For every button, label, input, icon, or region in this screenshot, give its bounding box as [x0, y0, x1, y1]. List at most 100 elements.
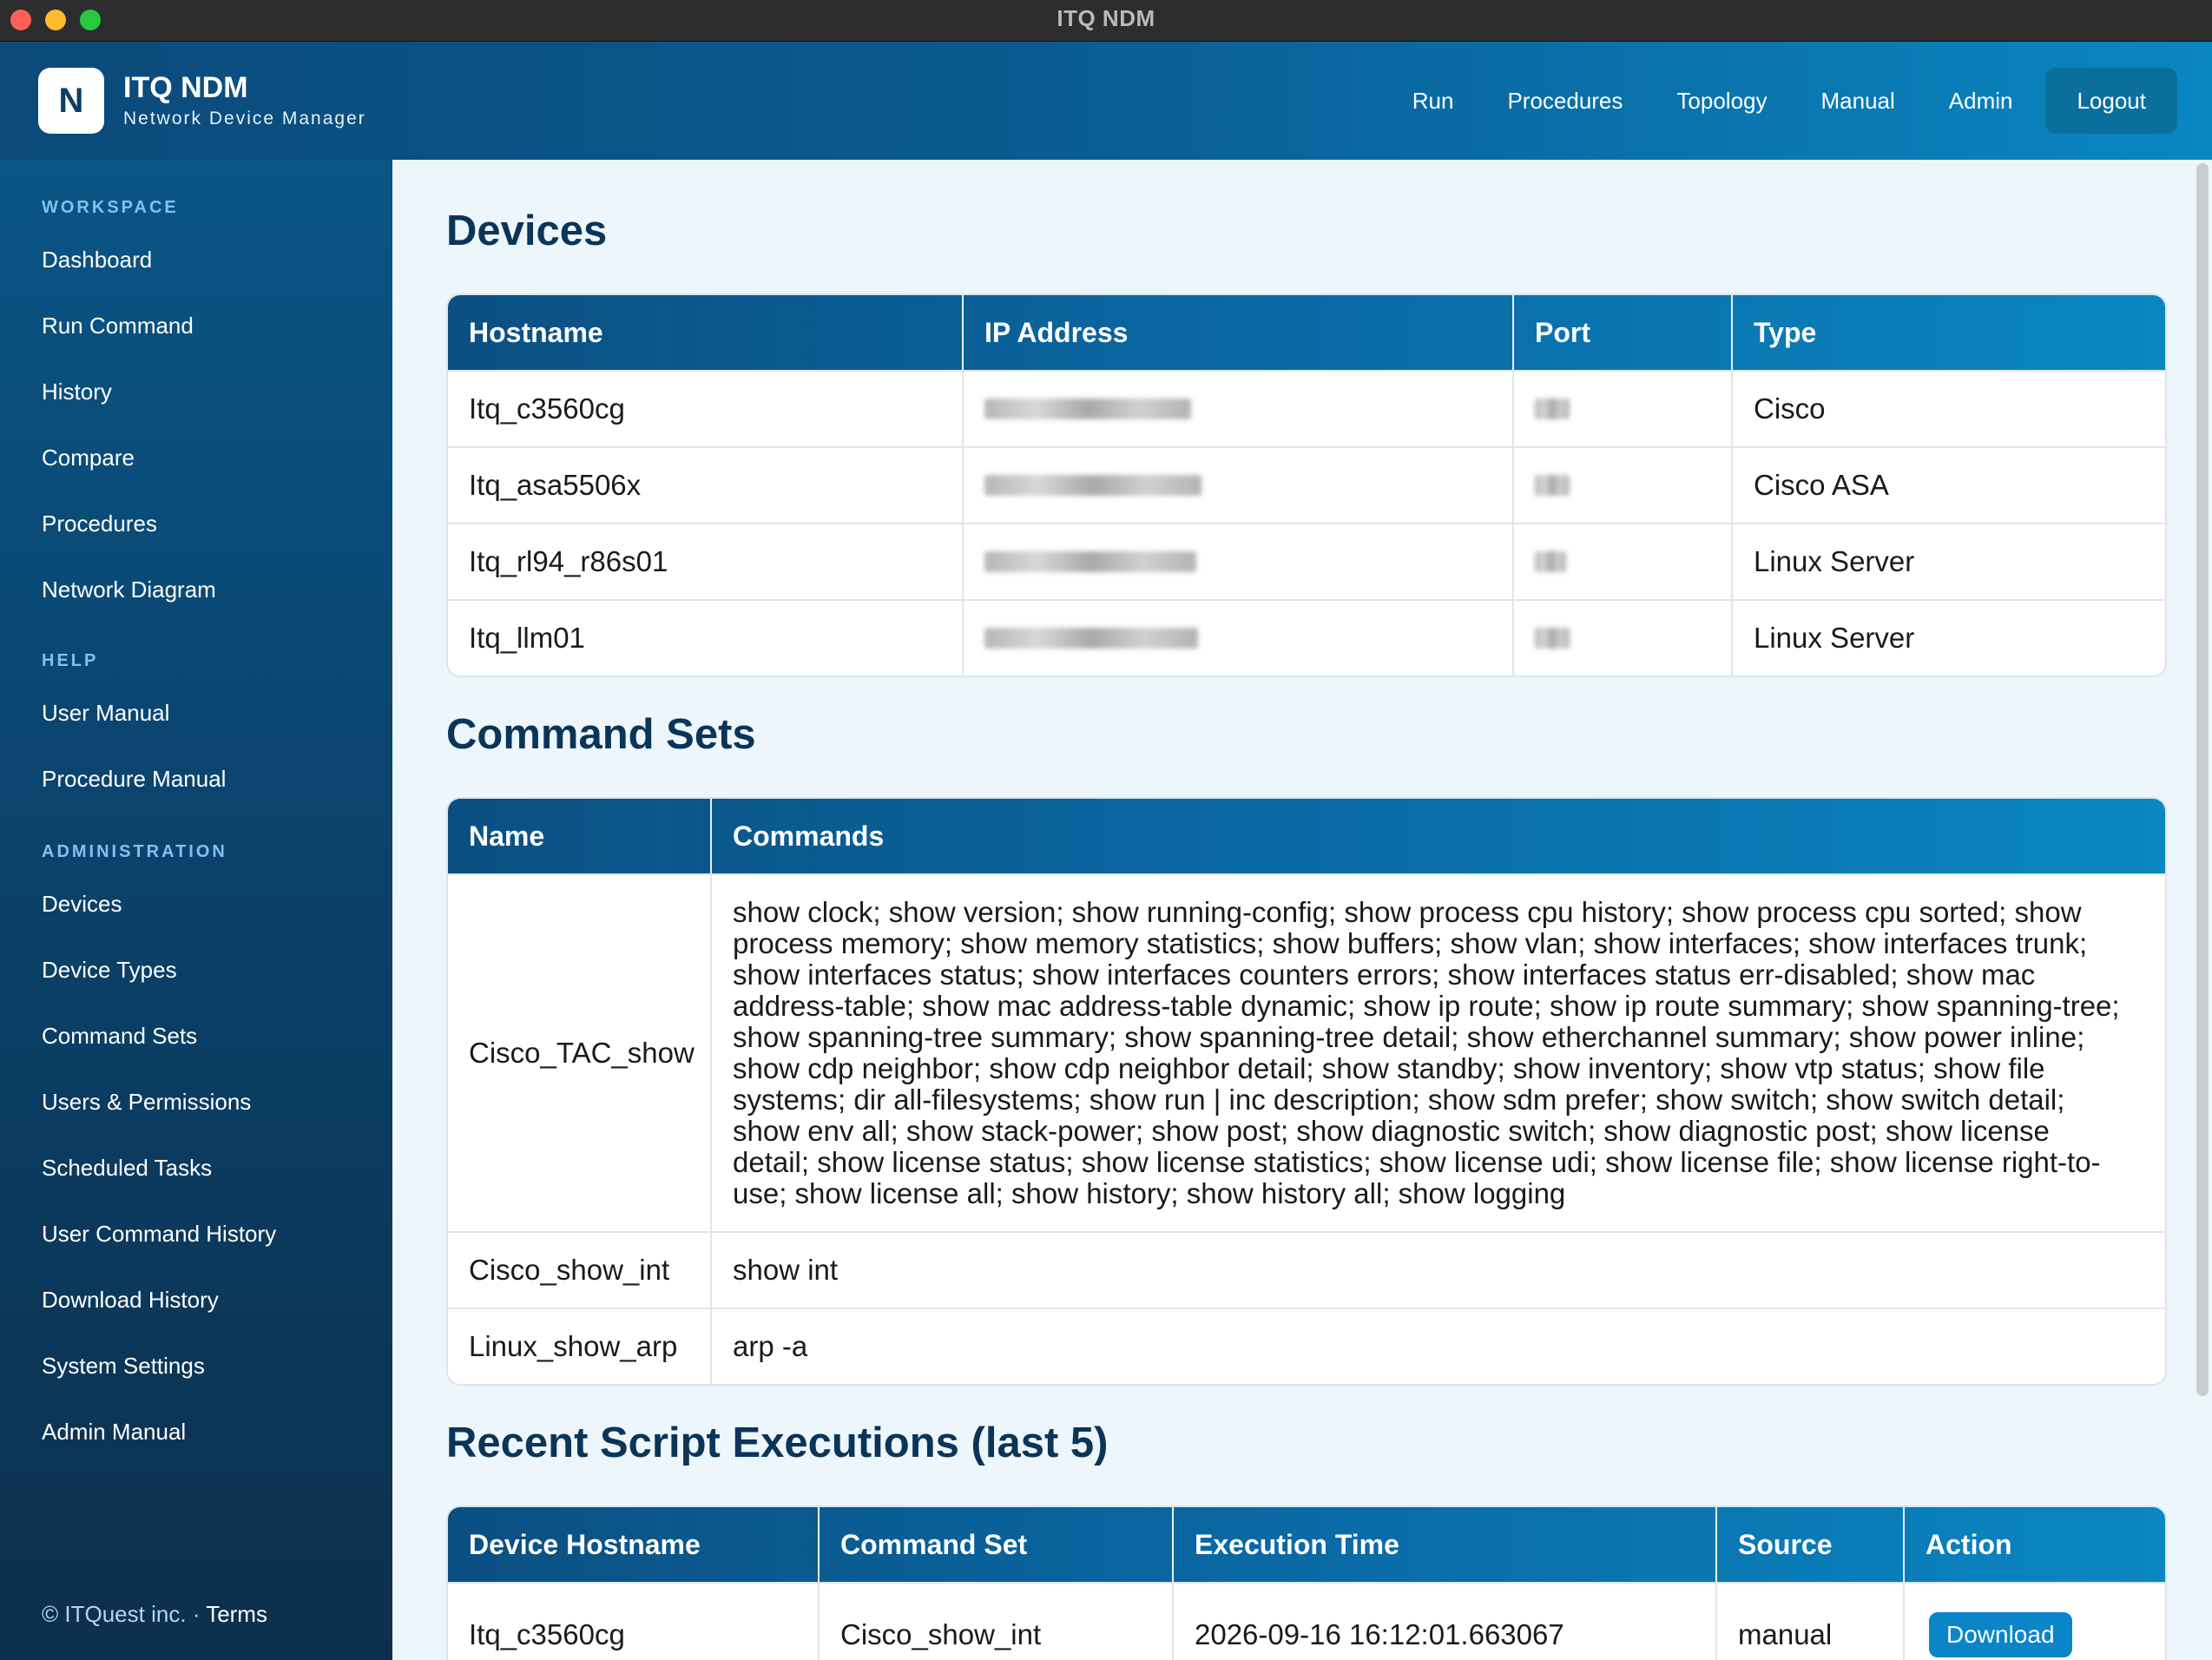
execution-time: 2026-09-16 16:12:01.663067	[1174, 1584, 1717, 1660]
nav-run[interactable]: Run	[1412, 88, 1454, 115]
devices-table: Hostname IP Address Port Type Itq_c3560c…	[446, 293, 2167, 677]
command-set-commands: show clock; show version; show running-c…	[733, 896, 2120, 1209]
column-header-source[interactable]: Source	[1717, 1507, 1905, 1582]
copyright-text: © ITQuest inc. ·	[42, 1601, 207, 1627]
executions-table: Device Hostname Command Set Execution Ti…	[446, 1505, 2167, 1660]
column-header-port[interactable]: Port	[1514, 295, 1733, 370]
device-type: Cisco	[1754, 392, 1826, 425]
command-sets-table: Name Commands Cisco_TAC_show show clock;…	[446, 797, 2167, 1386]
execution-action-cell: Download	[1905, 1584, 2165, 1660]
brand-title: ITQ NDM	[123, 71, 248, 104]
table-row[interactable]: Cisco_TAC_show show clock; show version;…	[448, 873, 2165, 1231]
device-type: Linux Server	[1754, 622, 1915, 654]
device-type: Linux Server	[1754, 545, 1915, 577]
nav-admin[interactable]: Admin	[1949, 88, 2013, 115]
sidebar-item-devices[interactable]: Devices	[42, 891, 122, 918]
table-row[interactable]: Itq_llm01 Linux Server	[448, 599, 2165, 675]
sidebar-item-procedures[interactable]: Procedures	[42, 511, 157, 537]
main-content: Devices Hostname IP Address Port Type It…	[392, 160, 2212, 1660]
redacted-ip	[984, 475, 1201, 496]
table-row[interactable]: Itq_c3560cg Cisco_show_int 2026-09-16 16…	[448, 1582, 2165, 1660]
command-set-commands: show int	[733, 1254, 839, 1286]
download-button[interactable]: Download	[1929, 1612, 2072, 1657]
column-header-type[interactable]: Type	[1733, 295, 2165, 370]
executions-title: Recent Script Executions (last 5)	[446, 1420, 1109, 1466]
app-header: N ITQ NDM Network Device Manager Run Pro…	[0, 42, 2212, 160]
device-hostname: Itq_llm01	[448, 601, 964, 675]
devices-title: Devices	[446, 208, 608, 254]
app-logo[interactable]: N	[38, 68, 104, 134]
redacted-ip	[984, 551, 1196, 572]
device-ip-address	[964, 372, 1514, 446]
nav-topology[interactable]: Topology	[1676, 88, 1767, 115]
sidebar-item-users-permissions[interactable]: Users & Permissions	[42, 1089, 251, 1116]
sidebar-section-help: HELP	[42, 651, 99, 670]
sidebar-item-user-manual[interactable]: User Manual	[42, 700, 169, 727]
column-header-commands[interactable]: Commands	[712, 799, 2165, 873]
device-ip-address	[964, 601, 1514, 675]
device-hostname: Itq_asa5506x	[448, 448, 964, 523]
redacted-ip	[984, 628, 1198, 649]
execution-source: manual	[1717, 1584, 1905, 1660]
execution-command-set: Cisco_show_int	[820, 1584, 1174, 1660]
redacted-port	[1535, 475, 1570, 496]
redacted-port	[1535, 399, 1570, 419]
sidebar: WORKSPACE Dashboard Run Command History …	[0, 160, 392, 1660]
command-sets-title: Command Sets	[446, 711, 756, 758]
command-sets-table-header: Name Commands	[448, 799, 2165, 873]
device-hostname: Itq_rl94_r86s01	[448, 524, 964, 599]
table-row[interactable]: Linux_show_arp arp -a	[448, 1308, 2165, 1384]
table-row[interactable]: Itq_asa5506x Cisco ASA	[448, 446, 2165, 523]
brand-subtitle: Network Device Manager	[123, 109, 366, 128]
device-type: Cisco ASA	[1754, 469, 1889, 501]
top-nav: Run Procedures Topology Manual Admin Log…	[1359, 68, 2177, 134]
table-row[interactable]: Cisco_show_int show int	[448, 1231, 2165, 1308]
sidebar-item-admin-manual[interactable]: Admin Manual	[42, 1419, 186, 1446]
nav-manual[interactable]: Manual	[1820, 88, 1894, 115]
column-header-name[interactable]: Name	[448, 799, 712, 873]
sidebar-item-command-sets[interactable]: Command Sets	[42, 1023, 197, 1050]
device-hostname: Itq_c3560cg	[448, 372, 964, 446]
executions-table-header: Device Hostname Command Set Execution Ti…	[448, 1507, 2165, 1582]
sidebar-section-workspace: WORKSPACE	[42, 198, 179, 217]
sidebar-item-history[interactable]: History	[42, 379, 112, 405]
logout-button[interactable]: Logout	[2045, 68, 2177, 134]
sidebar-item-run-command[interactable]: Run Command	[42, 313, 194, 339]
window-title: ITQ NDM	[1057, 5, 1155, 31]
main-scrollbar[interactable]	[2196, 163, 2209, 1396]
table-row[interactable]: Itq_c3560cg Cisco	[448, 370, 2165, 446]
devices-table-header: Hostname IP Address Port Type	[448, 295, 2165, 370]
sidebar-item-dashboard[interactable]: Dashboard	[42, 247, 152, 273]
column-header-ip-address[interactable]: IP Address	[964, 295, 1514, 370]
sidebar-item-user-command-history[interactable]: User Command History	[42, 1221, 276, 1248]
table-row[interactable]: Itq_rl94_r86s01 Linux Server	[448, 523, 2165, 599]
command-set-name: Cisco_TAC_show	[448, 875, 712, 1231]
column-header-device-hostname[interactable]: Device Hostname	[448, 1507, 820, 1582]
nav-procedures[interactable]: Procedures	[1507, 88, 1623, 115]
sidebar-item-system-settings[interactable]: System Settings	[42, 1353, 205, 1380]
device-port	[1514, 448, 1733, 523]
sidebar-item-scheduled-tasks[interactable]: Scheduled Tasks	[42, 1155, 212, 1182]
sidebar-item-network-diagram[interactable]: Network Diagram	[42, 576, 216, 603]
column-header-command-set[interactable]: Command Set	[820, 1507, 1174, 1582]
window-titlebar: ITQ NDM	[0, 0, 2212, 42]
redacted-port	[1535, 551, 1566, 572]
redacted-port	[1535, 628, 1570, 649]
sidebar-item-download-history[interactable]: Download History	[42, 1287, 219, 1314]
sidebar-item-compare[interactable]: Compare	[42, 445, 135, 471]
device-ip-address	[964, 524, 1514, 599]
redacted-ip	[984, 399, 1191, 419]
sidebar-item-procedure-manual[interactable]: Procedure Manual	[42, 766, 226, 793]
device-port	[1514, 601, 1733, 675]
column-header-execution-time[interactable]: Execution Time	[1174, 1507, 1717, 1582]
column-header-action[interactable]: Action	[1905, 1507, 2165, 1582]
sidebar-section-administration: ADMINISTRATION	[42, 842, 227, 861]
device-ip-address	[964, 448, 1514, 523]
command-set-commands: arp -a	[733, 1330, 808, 1362]
sidebar-footer: © ITQuest inc. · Terms	[42, 1601, 267, 1628]
sidebar-item-device-types[interactable]: Device Types	[42, 957, 177, 984]
column-header-hostname[interactable]: Hostname	[448, 295, 964, 370]
terms-link[interactable]: Terms	[206, 1601, 267, 1627]
device-port	[1514, 524, 1733, 599]
device-port	[1514, 372, 1733, 446]
